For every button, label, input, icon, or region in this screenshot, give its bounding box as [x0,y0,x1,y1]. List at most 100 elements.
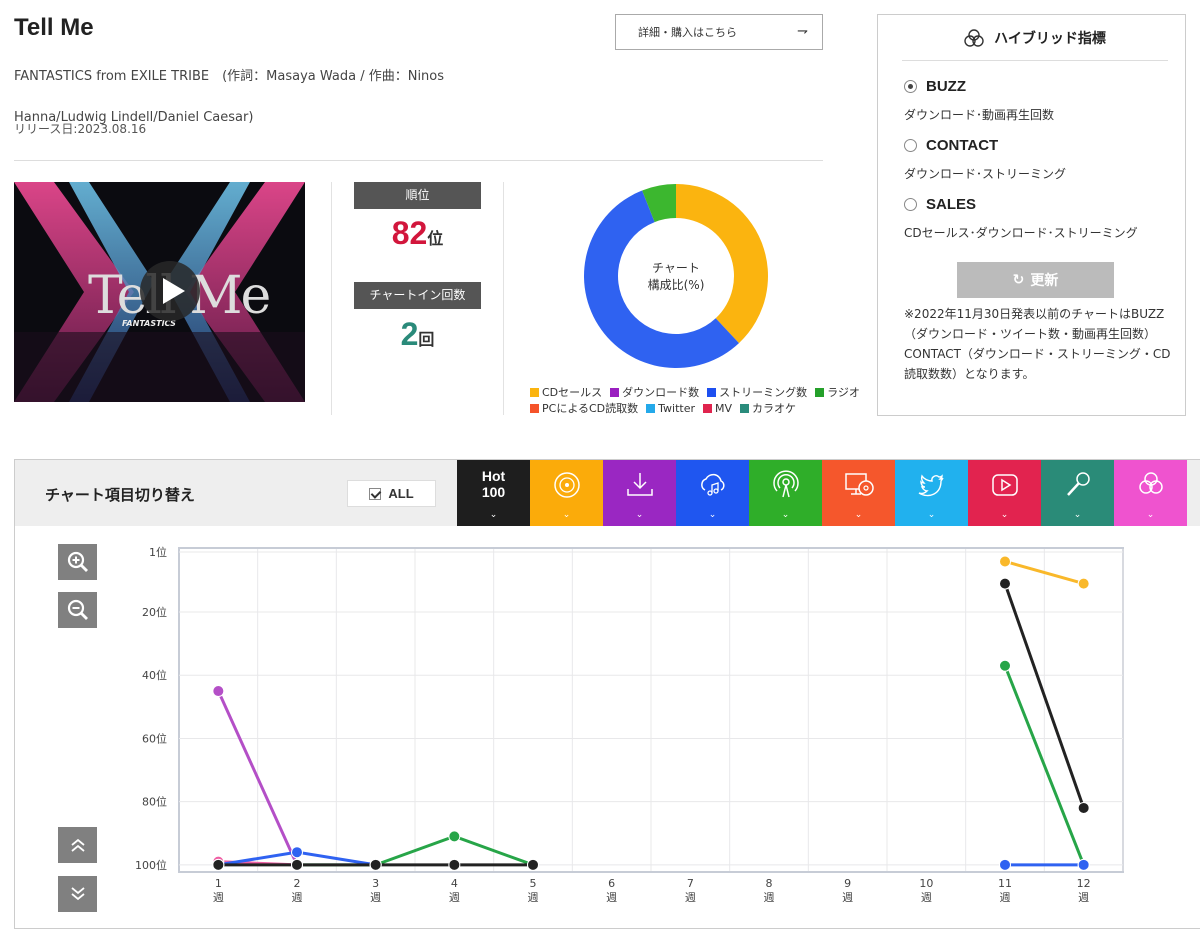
data-point[interactable] [1077,858,1090,871]
divider [331,182,332,415]
tab-twitter[interactable]: ⌄ [895,460,968,526]
legend-item: ダウンロード数 [610,384,699,400]
chevron-down-icon: ⌄ [1073,510,1082,520]
x-tick-unit: 週 [921,891,932,904]
data-point[interactable] [999,858,1011,871]
chevron-down-icon: ⌄ [562,510,571,520]
data-point[interactable] [291,846,303,859]
x-tick-label: 5 [530,877,537,890]
song-title: Tell Me [14,14,94,41]
legend-swatch [703,403,713,413]
option-buzz-label: BUZZ [926,78,966,95]
rank-value: 82 [391,215,428,251]
x-tick-label: 3 [372,877,379,890]
legend-swatch [707,387,717,397]
x-tick-label: 10 [919,877,933,890]
hybrid-title-text: ハイブリッド指標 [994,30,1106,47]
x-tick-label: 1 [215,877,222,890]
radio-sales[interactable] [904,198,917,211]
rank-label: 順位 [354,182,481,209]
cloud-music-icon [700,473,725,496]
hybrid-note: ※2022年11月30日発表以前のチャートはBUZZ（ダウンロード・ツイート数・… [904,307,1171,381]
data-point[interactable] [1077,577,1090,590]
checkbox-icon [369,487,382,500]
tab-hot100-label: Hot 100 [481,468,506,500]
release-date: リリース日:2023.08.16 [14,122,147,136]
data-point[interactable] [369,858,382,871]
tab-hot100[interactable]: Hot 100 ⌄ [457,460,530,526]
donut-center-label: チャート 構成比(%) [616,260,736,294]
legend-label: ラジオ [827,386,860,399]
tab-karaoke[interactable]: ⌄ [1041,460,1114,526]
legend-label: PCによるCD読取数 [542,402,639,415]
update-button[interactable]: ↻ 更新 [957,262,1114,298]
data-point[interactable] [527,858,539,871]
tab-download[interactable]: ⌄ [603,460,676,526]
arrow-icon: ⇁ [797,24,808,39]
data-point[interactable] [1077,801,1090,814]
pc-disc-icon [844,473,874,496]
data-point[interactable] [999,659,1011,672]
chart-panel: チャート項目切り替え ALL Hot 100 ⌄ ⌄ ⌄ ⌄ ⌄ ⌄ ⌄ ⌄ ⌄ ⌄ 1位 20位 40位… [14,459,1200,929]
hybrid-index-panel: ハイブリッド指標 BUZZ ダウンロード･動画再生回数 CONTACT ダウンロ… [877,14,1186,416]
tab-mv[interactable]: ⌄ [968,460,1041,526]
option-contact-label: CONTACT [926,137,999,154]
data-point[interactable] [448,830,461,843]
chartin-label: チャートイン回数 [354,282,481,309]
x-tick-label: 4 [451,877,458,890]
legend-item: ストリーミング数 [707,384,807,400]
chevron-down-icon: ⌄ [927,510,936,520]
tab-pc-cd-read[interactable]: ⌄ [822,460,895,526]
y-tick-label: 20位 [142,605,167,619]
legend-swatch [646,403,656,413]
x-tick-label: 7 [687,877,694,890]
buy-details-button[interactable]: 詳細・購入はこちら ⇁ [615,14,823,50]
data-point[interactable] [212,858,225,871]
data-point[interactable] [212,685,225,698]
x-tick-unit: 週 [213,891,224,904]
tab-cd-sales[interactable]: ⌄ [530,460,603,526]
option-buzz[interactable]: BUZZ [904,78,966,95]
rank-unit: 位 [427,229,444,248]
x-tick-unit: 週 [764,891,775,904]
y-tick-label: 1位 [149,545,167,559]
tab-radio[interactable]: ⌄ [749,460,822,526]
data-point[interactable] [448,858,461,871]
x-tick-label: 2 [294,877,301,890]
y-tick-label: 40位 [142,668,167,682]
legend-label: カラオケ [752,402,797,415]
chevron-down-icon: ⌄ [708,510,717,520]
hybrid-icon [964,28,984,47]
chart-switcher-title: チャート項目切り替え [45,486,195,504]
disc-icon [553,472,580,498]
chartin-value: 2 [400,316,419,352]
tab-hybrid[interactable]: ⌄ [1114,460,1187,526]
legend-label: MV [715,401,733,415]
buy-details-label: 詳細・購入はこちら [638,26,737,39]
tab-streaming[interactable]: ⌄ [676,460,749,526]
rank-value-box: 82位 [354,215,481,252]
legend-swatch [610,387,620,397]
chevron-down-icon: ⌄ [489,510,498,520]
play-icon[interactable] [140,261,200,321]
album-jacket-video[interactable]: Tell Me FANTASTICS [14,182,305,402]
data-point[interactable] [999,577,1011,590]
x-tick-unit: 週 [370,891,381,904]
radio-buzz[interactable] [904,80,917,93]
update-label: 更新 [1030,273,1059,289]
refresh-icon: ↻ [1012,272,1025,288]
header-divider [14,160,823,161]
option-contact-desc: ダウンロード･ストリーミング [904,167,1067,181]
option-sales[interactable]: SALES [904,196,976,213]
data-point[interactable] [291,858,303,871]
all-checkbox[interactable]: ALL [347,480,436,507]
option-contact[interactable]: CONTACT [904,137,998,154]
play-icon [991,474,1018,496]
legend-label: Twitter [658,401,696,415]
data-point[interactable] [999,555,1011,568]
legend-swatch [815,387,825,397]
legend-item: CDセールス [530,384,602,400]
chart-switcher-bar: チャート項目切り替え ALL Hot 100 ⌄ ⌄ ⌄ ⌄ ⌄ ⌄ ⌄ ⌄ ⌄ ⌄ [15,460,1200,526]
radio-contact[interactable] [904,139,917,152]
divider [503,182,504,415]
